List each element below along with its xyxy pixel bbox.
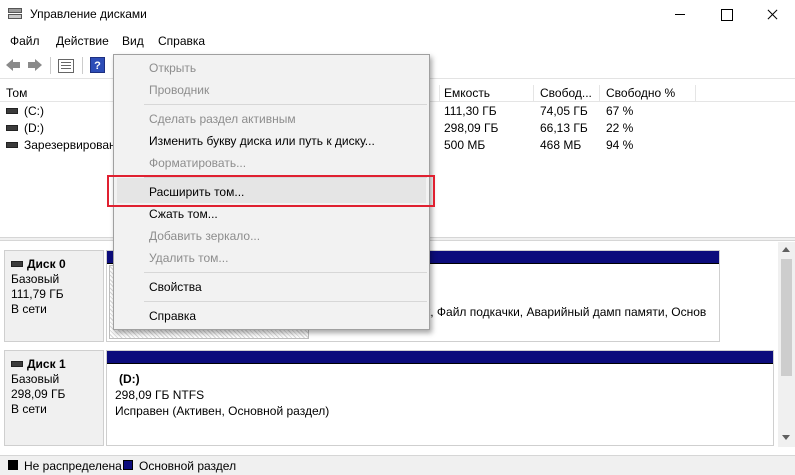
legend-primary: Основной раздел — [139, 459, 237, 473]
menu-item-shrink-volume[interactable]: Сжать том... — [149, 207, 218, 221]
partition-description: к, Файл подкачки, Аварийный дамп памяти,… — [425, 305, 707, 319]
menu-item-open[interactable]: Открыть — [149, 61, 196, 75]
scrollbar-thumb[interactable] — [781, 259, 792, 376]
volume-free-percent: 67 % — [606, 104, 634, 118]
window-title: Управление дисками — [30, 7, 147, 21]
unallocated-swatch — [8, 460, 18, 470]
disk-status: В сети — [11, 402, 47, 416]
column-header-free[interactable]: Свобод... — [534, 85, 600, 102]
disk-icon — [11, 260, 23, 267]
legend-unallocated: Не распределена — [24, 459, 122, 473]
vertical-scrollbar[interactable] — [778, 242, 795, 447]
primary-swatch — [123, 460, 133, 470]
disk-type: Базовый — [11, 372, 60, 386]
partition-status: Исправен (Активен, Основной раздел) — [115, 404, 330, 418]
volume-free-percent: 22 % — [606, 121, 634, 135]
column-header-capacity[interactable]: Емкость — [438, 85, 534, 102]
menu-item-add-mirror[interactable]: Добавить зеркало... — [149, 229, 260, 243]
column-header-free-percent[interactable]: Свободно % — [600, 85, 696, 102]
disk-1: Диск 1 Базовый 298,09 ГБ В сети (D:) 298… — [0, 350, 778, 446]
volume-capacity: 111,30 ГБ — [444, 104, 497, 118]
back-arrow-icon[interactable] — [5, 57, 21, 73]
menu-file[interactable]: Файл — [10, 34, 40, 48]
close-button[interactable] — [749, 0, 795, 30]
volume-free: 468 МБ — [540, 138, 582, 152]
menu-item-change-drive-letter[interactable]: Изменить букву диска или путь к диску... — [149, 134, 375, 148]
volume-name: Зарезервировано — [24, 138, 123, 152]
disk-name: Диск 0 — [27, 257, 66, 271]
disk-size: 298,09 ГБ — [11, 387, 66, 401]
disk-status: В сети — [11, 302, 47, 316]
disk-label[interactable]: Диск 0 Базовый 111,79 ГБ В сети — [4, 250, 104, 342]
menu-item-mark-active[interactable]: Сделать раздел активным — [149, 112, 296, 126]
forward-arrow-icon[interactable] — [27, 57, 43, 73]
menu-item-explorer[interactable]: Проводник — [149, 83, 209, 97]
disk-size: 111,79 ГБ — [11, 287, 64, 301]
partition-size-fs: 298,09 ГБ NTFS — [115, 388, 205, 402]
volume-free-percent: 94 % — [606, 138, 634, 152]
menu-bar: Файл Действие Вид Справка — [0, 31, 795, 51]
volume-name: (C:) — [24, 104, 44, 118]
volume-capacity: 298,09 ГБ — [444, 121, 499, 135]
volume-free: 74,05 ГБ — [540, 104, 588, 118]
menu-view[interactable]: Вид — [122, 34, 144, 48]
volume-name: (D:) — [24, 121, 44, 135]
drive-icon — [6, 141, 18, 148]
partition-bar — [107, 351, 773, 364]
show-list-icon[interactable] — [58, 59, 74, 73]
minimize-button[interactable] — [657, 0, 703, 30]
drive-icon — [6, 107, 18, 114]
volume-capacity: 500 МБ — [444, 138, 486, 152]
menu-help[interactable]: Справка — [158, 34, 205, 48]
scroll-down-icon[interactable] — [782, 435, 790, 440]
disk-type: Базовый — [11, 272, 60, 286]
drive-icon — [6, 124, 18, 131]
volume-free: 66,13 ГБ — [540, 121, 588, 135]
legend-bar: Не распределена Основной раздел — [0, 455, 795, 475]
disk-management-app-icon — [8, 8, 22, 20]
disk-icon — [11, 360, 23, 367]
menu-item-format[interactable]: Форматировать... — [149, 156, 246, 170]
scroll-up-icon[interactable] — [782, 247, 790, 252]
disk-management-window: Управление дисками Файл Действие Вид Спр… — [0, 0, 795, 475]
disk-label[interactable]: Диск 1 Базовый 298,09 ГБ В сети — [4, 350, 104, 446]
disk-name: Диск 1 — [27, 357, 66, 371]
menu-item-help[interactable]: Справка — [149, 309, 196, 323]
menu-item-properties[interactable]: Свойства — [149, 280, 202, 294]
maximize-button[interactable] — [703, 0, 749, 30]
menu-item-delete-volume[interactable]: Удалить том... — [149, 251, 228, 265]
partition-label: (D:) — [119, 372, 140, 386]
partition-d[interactable]: (D:) 298,09 ГБ NTFS Исправен (Активен, О… — [106, 350, 774, 446]
help-icon[interactable]: ? — [90, 57, 105, 73]
menu-action[interactable]: Действие — [56, 34, 109, 48]
title-bar: Управление дисками — [0, 0, 795, 30]
highlight-annotation-box — [107, 175, 435, 207]
